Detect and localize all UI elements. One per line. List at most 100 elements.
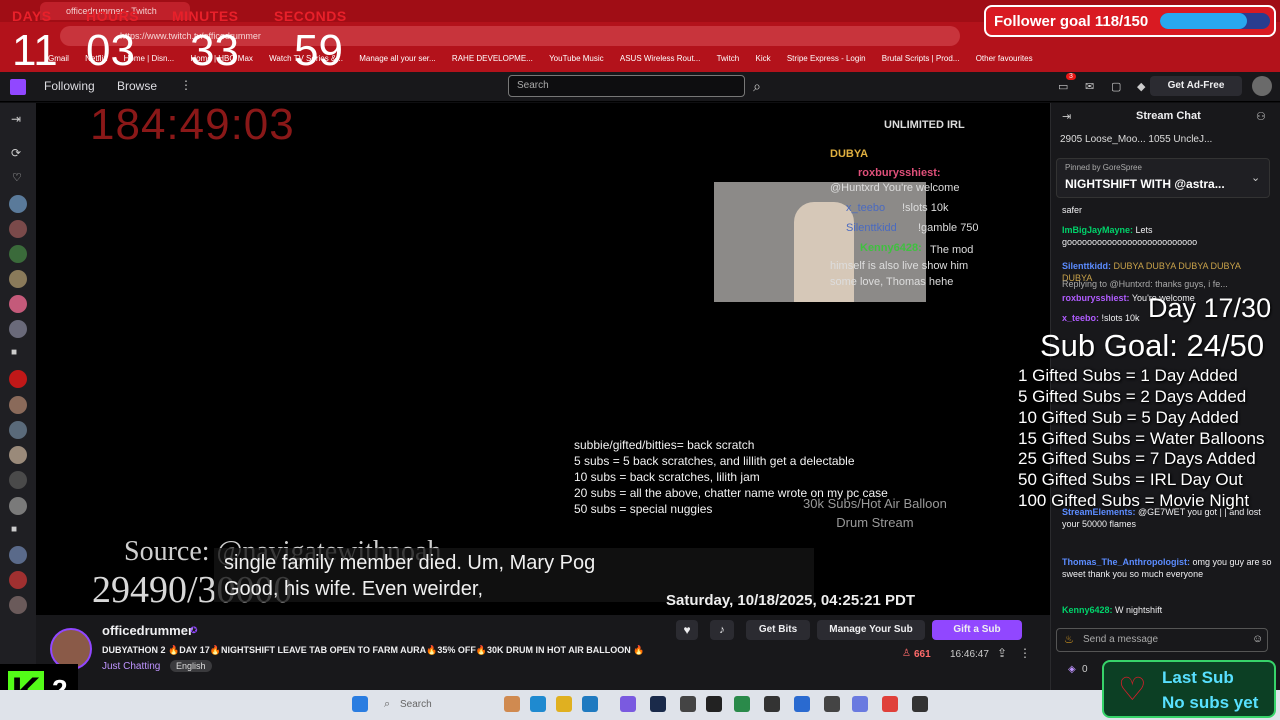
sub-goal: Sub Goal: 24/50 <box>1040 328 1265 363</box>
bookmark[interactable]: ASUS Wireless Rout... <box>620 50 700 68</box>
bookmark[interactable]: Brutal Scripts | Prod... <box>882 50 960 68</box>
users-icon[interactable]: ⚇ <box>1256 110 1266 123</box>
share-icon[interactable]: ⇪ <box>997 646 1007 660</box>
notification-bell-button[interactable]: ♪ <box>710 620 734 640</box>
refresh-icon[interactable]: ⟳ <box>11 146 21 160</box>
taskbar-app-icon[interactable] <box>824 696 840 712</box>
chat-username[interactable]: Kenny6428: <box>1062 605 1113 615</box>
camera-icon[interactable]: ■ <box>11 347 17 358</box>
taskbar-app-icon[interactable] <box>734 696 750 712</box>
follower-goal-text: Follower goal 118/150 <box>994 13 1149 30</box>
last-sub-widget: ♡ Last Sub No subs yet <box>1102 660 1276 718</box>
edge-icon[interactable] <box>530 696 546 712</box>
nav-browse[interactable]: Browse <box>117 79 157 93</box>
emote-icon[interactable]: ☺ <box>1252 633 1263 645</box>
chat-username[interactable]: x_teebo: <box>1062 313 1099 323</box>
chat-leaderboard[interactable]: 2905 Loose_Moo... 1055 UncleJ... <box>1060 134 1212 145</box>
sidebar-channel-avatar[interactable] <box>9 320 27 338</box>
steam-icon[interactable] <box>650 696 666 712</box>
day-progress: Day 17/30 <box>1148 293 1272 323</box>
manage-sub-button[interactable]: Manage Your Sub <box>817 620 925 640</box>
taskbar-app-icon[interactable] <box>912 696 928 712</box>
bookmark[interactable]: Twitch <box>717 50 740 68</box>
avatar[interactable] <box>1252 76 1272 96</box>
obs-icon[interactable] <box>764 696 780 712</box>
follow-heart-button[interactable]: ♥ <box>676 620 698 640</box>
search-input[interactable]: Search <box>508 75 745 97</box>
get-bits-button[interactable]: Get Bits <box>746 620 810 640</box>
bookmark[interactable]: Kick <box>755 50 770 68</box>
nav-following[interactable]: Following <box>44 79 95 93</box>
whispers-icon[interactable]: ✉ <box>1085 80 1094 93</box>
taskbar-app-icon[interactable] <box>680 696 696 712</box>
taskbar-app-icon[interactable] <box>582 696 598 712</box>
gift-sub-button[interactable]: Gift a Sub <box>932 620 1022 640</box>
sidebar-channel-avatar[interactable] <box>9 596 27 614</box>
folder-icon[interactable] <box>556 696 572 712</box>
sidebar-channel-avatar[interactable] <box>9 295 27 313</box>
collapse-chat-icon[interactable]: ⇥ <box>1062 110 1071 123</box>
category-link[interactable]: Just Chatting <box>102 661 160 672</box>
expand-icon[interactable]: ⇥ <box>11 112 21 126</box>
bookmark[interactable]: Other favourites <box>976 50 1033 68</box>
sidebar-channel-avatar[interactable] <box>9 220 27 238</box>
chat-reply: Replying to @Huntxrd: thanks guys, i fe.… <box>1062 278 1272 290</box>
heart-icon[interactable]: ♡ <box>12 171 22 184</box>
taskbar-app-icon[interactable] <box>504 696 520 712</box>
chat-username[interactable]: Silenttkidd: <box>1062 261 1111 271</box>
windows-start-icon[interactable] <box>352 696 368 712</box>
bookmark[interactable]: Stripe Express - Login <box>787 50 866 68</box>
overlay-chat-text: The mod himself is also live show him so… <box>830 244 974 288</box>
countdown-hours: 03 <box>86 26 135 75</box>
sidebar-channel-avatar[interactable] <box>9 546 27 564</box>
sidebar-channel-avatar[interactable] <box>9 497 27 515</box>
sidebar-channel-avatar[interactable] <box>9 471 27 489</box>
chevron-down-icon[interactable]: ⌄ <box>1251 171 1260 184</box>
gift-reward-line: 100 Gifted Subs = Movie Night <box>1018 491 1250 510</box>
pinned-by: Pinned by GoreSpree <box>1065 163 1142 172</box>
channel-name[interactable]: officedrummer <box>102 623 193 638</box>
more-menu-icon[interactable]: ⋮ <box>180 78 192 92</box>
chrome-icon[interactable] <box>882 696 898 712</box>
sidebar-channel-avatar[interactable] <box>9 195 27 213</box>
sidebar-channel-avatar[interactable] <box>9 270 27 288</box>
sidebar-channel-avatar[interactable] <box>9 571 27 589</box>
last-sub-title: Last Sub <box>1162 668 1234 687</box>
crown-icon[interactable]: ◆ <box>1137 80 1145 93</box>
taskbar-app-icon[interactable] <box>706 696 722 712</box>
chat-input[interactable]: Send a message <box>1056 628 1268 652</box>
search-icon[interactable]: ⌕ <box>384 698 390 711</box>
search-icon[interactable]: ⌕ <box>746 75 768 97</box>
gift-reward-line: 25 Gifted Subs = 7 Days Added <box>1018 449 1256 468</box>
chat-username[interactable]: roxburysshiest: <box>1062 293 1130 303</box>
pinned-message[interactable]: Pinned by GoreSpree NIGHTSHIFT WITH @ast… <box>1056 158 1270 198</box>
get-ad-free-button[interactable]: Get Ad-Free <box>1150 76 1242 96</box>
taskbar-app-icon[interactable] <box>852 696 868 712</box>
more-options-icon[interactable]: ⋮ <box>1019 646 1031 660</box>
twitch-logo-icon[interactable] <box>10 79 26 95</box>
bookmark[interactable]: Manage all your ser... <box>359 50 435 68</box>
chat-username[interactable]: Thomas_The_Anthropologist: <box>1062 557 1190 567</box>
chat-icon[interactable]: ▢ <box>1111 80 1121 93</box>
chat-username[interactable]: ImBigJayMayne: <box>1062 225 1133 235</box>
inbox-icon[interactable]: ▭ <box>1058 80 1068 93</box>
bookmark[interactable]: RAHE DEVELOPME... <box>452 50 533 68</box>
verified-icon: ✪ <box>190 625 198 635</box>
balloon-goal-text: 30k Subs/Hot Air Balloon Drum Stream <box>803 494 947 532</box>
camera-icon[interactable]: ■ <box>11 524 17 535</box>
sidebar-channel-avatar[interactable] <box>9 370 27 388</box>
taskbar-search[interactable]: Search <box>400 699 432 710</box>
sidebar-channel-avatar[interactable] <box>9 396 27 414</box>
sidebar-channel-avatar[interactable] <box>9 446 27 464</box>
windows-taskbar <box>0 690 1280 720</box>
pinned-text: NIGHTSHIFT WITH @astra... <box>1065 177 1225 191</box>
bookmark[interactable]: YouTube Music <box>549 50 604 68</box>
discord-icon[interactable] <box>620 696 636 712</box>
sidebar-channel-avatar[interactable] <box>9 421 27 439</box>
balloon-goal-line: Drum Stream <box>836 515 914 530</box>
channel-points-icon[interactable]: ◈ <box>1068 664 1076 675</box>
follower-goal-fill <box>1160 13 1247 29</box>
taskbar-app-icon[interactable] <box>794 696 810 712</box>
sidebar-channel-avatar[interactable] <box>9 245 27 263</box>
language-tag[interactable]: English <box>170 660 212 672</box>
